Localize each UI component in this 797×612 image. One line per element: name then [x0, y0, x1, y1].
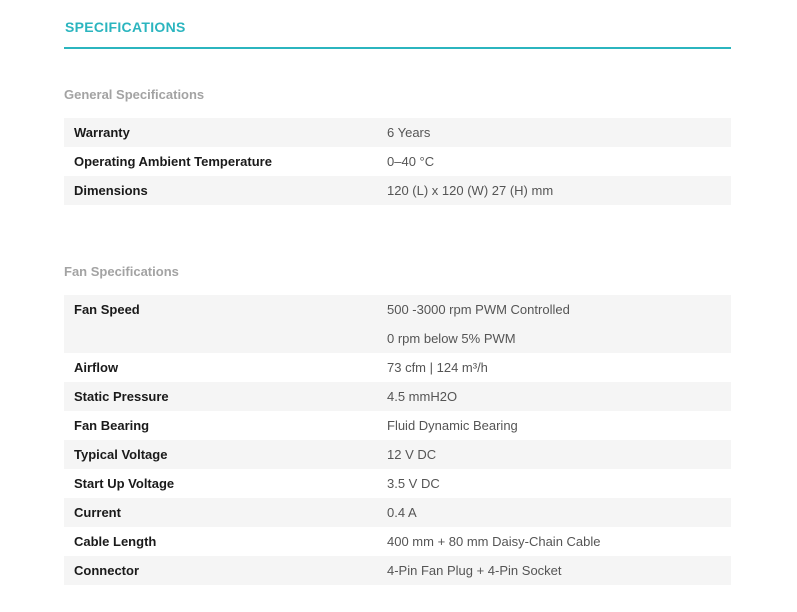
spec-row-connector: Connector 4-Pin Fan Plug + 4-Pin Socket: [64, 556, 731, 585]
spec-row-dimensions: Dimensions 120 (L) x 120 (W) 27 (H) mm: [64, 176, 731, 205]
spec-value: 400 mm + 80 mm Daisy-Chain Cable: [387, 534, 601, 549]
general-specs-heading: General Specifications: [64, 87, 205, 102]
spec-label: Start Up Voltage: [74, 476, 175, 491]
spec-value: 0–40 °C: [387, 154, 435, 169]
spec-row-fan-speed: Fan Speed 500 -3000 rpm PWM Controlled 0…: [64, 295, 731, 353]
spec-label: Warranty: [74, 125, 130, 140]
spec-row-typical-voltage: Typical Voltage 12 V DC: [64, 440, 731, 469]
spec-value: Fluid Dynamic Bearing: [387, 418, 518, 433]
spec-label: Connector: [74, 563, 139, 578]
spec-label: Typical Voltage: [74, 447, 168, 462]
spec-value: 0.4 A: [387, 505, 417, 520]
spec-row-cable-length: Cable Length 400 mm + 80 mm Daisy-Chain …: [64, 527, 731, 556]
spec-value: 500 -3000 rpm PWM Controlled: [387, 302, 570, 317]
title-divider: [64, 47, 731, 49]
spec-label: Static Pressure: [74, 389, 169, 404]
fan-specs-heading: Fan Specifications: [64, 264, 179, 279]
spec-value: 4.5 mmH2O: [387, 389, 458, 404]
spec-label: Operating Ambient Temperature: [74, 154, 272, 169]
spec-label: Fan Bearing: [74, 418, 150, 433]
spec-row-warranty: Warranty 6 Years: [64, 118, 731, 147]
spec-value: 73 cfm | 124 m³/h: [387, 360, 488, 375]
spec-value: 12 V DC: [387, 447, 437, 462]
spec-row-start-up-voltage: Start Up Voltage 3.5 V DC: [64, 469, 731, 498]
spec-row-static-pressure: Static Pressure 4.5 mmH2O: [64, 382, 731, 411]
spec-value: 3.5 V DC: [387, 476, 440, 491]
spec-label: Dimensions: [74, 183, 148, 198]
spec-row-airflow: Airflow 73 cfm | 124 m³/h: [64, 353, 731, 382]
general-specs-table: Warranty 6 Years Operating Ambient Tempe…: [64, 118, 731, 205]
spec-value: 0 rpm below 5% PWM: [387, 331, 516, 346]
spec-row-operating-temperature: Operating Ambient Temperature 0–40 °C: [64, 147, 731, 176]
spec-row-fan-bearing: Fan Bearing Fluid Dynamic Bearing: [64, 411, 731, 440]
spec-value: 6 Years: [387, 125, 431, 140]
spec-label: Current: [74, 505, 121, 520]
page-title: SPECIFICATIONS: [65, 19, 186, 35]
spec-label: Airflow: [74, 360, 119, 375]
spec-value: 4-Pin Fan Plug + 4-Pin Socket: [387, 563, 562, 578]
spec-label: Cable Length: [74, 534, 157, 549]
spec-label: Fan Speed: [74, 302, 140, 317]
spec-value: 120 (L) x 120 (W) 27 (H) mm: [387, 183, 554, 198]
fan-specs-table: Fan Speed 500 -3000 rpm PWM Controlled 0…: [64, 295, 731, 585]
spec-row-current: Current 0.4 A: [64, 498, 731, 527]
